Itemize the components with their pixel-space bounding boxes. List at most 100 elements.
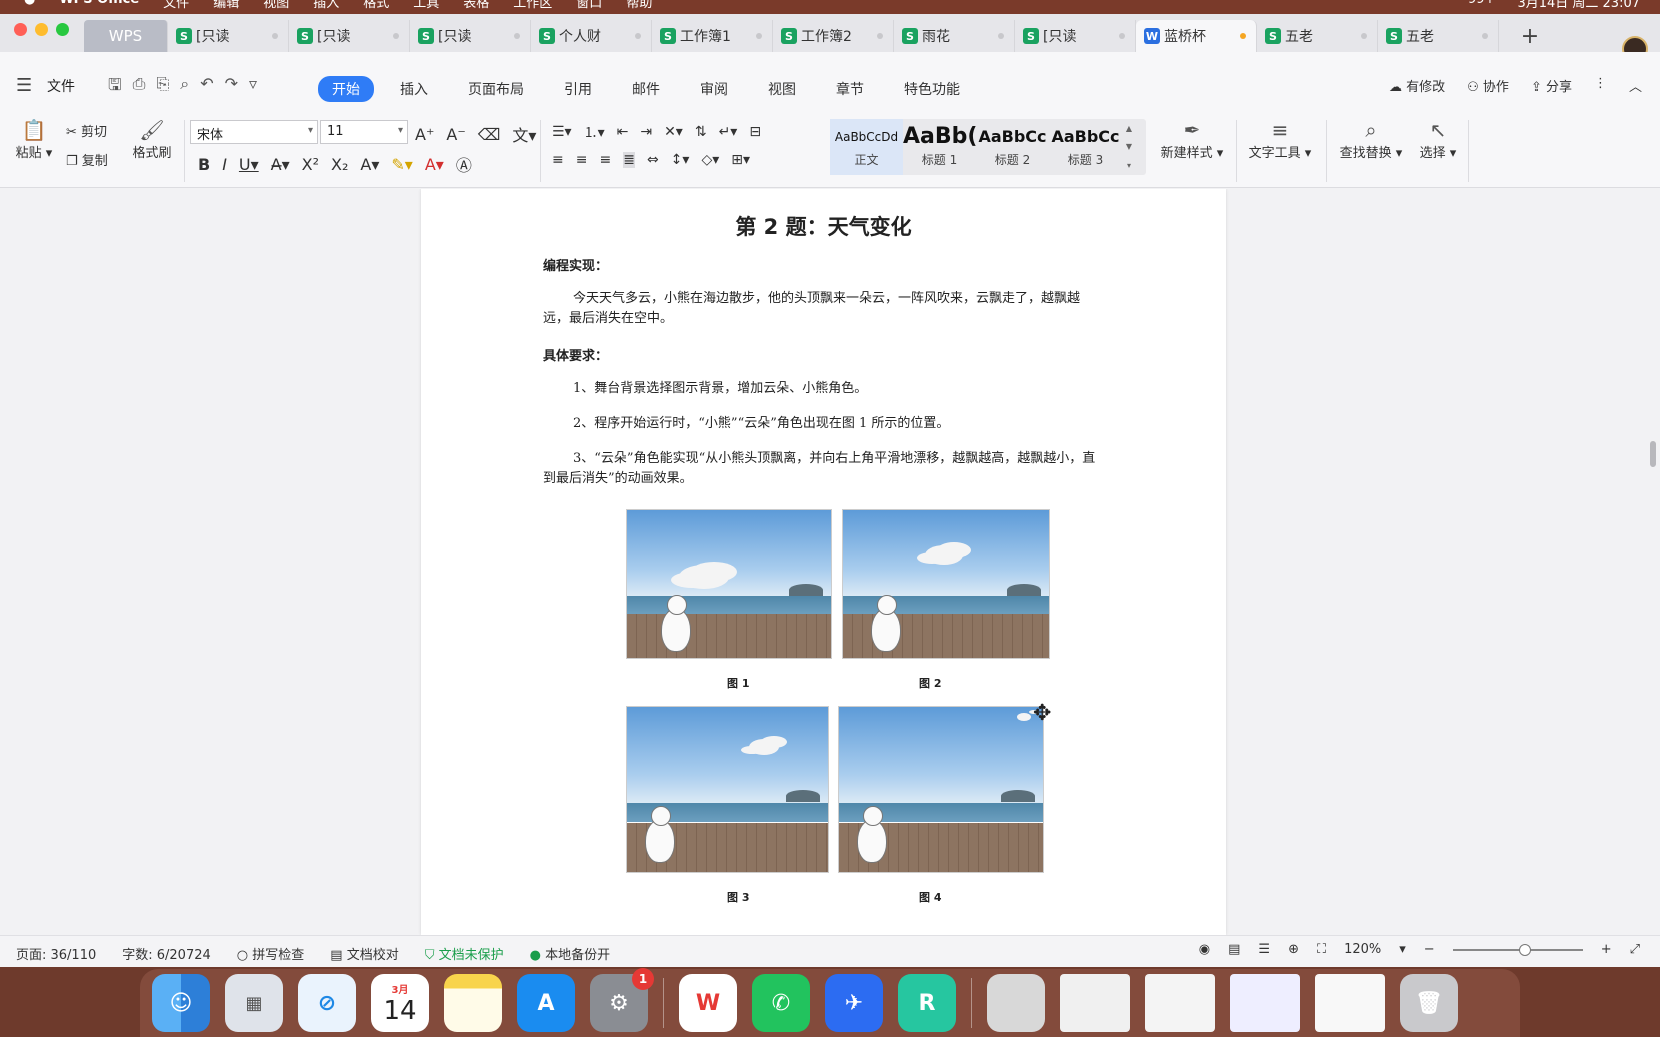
zoom-in-icon[interactable]: + (1601, 942, 1612, 957)
menubar-menu-tools[interactable]: 工具 (413, 0, 439, 11)
collapse-ribbon-icon[interactable]: ︿ (1629, 76, 1642, 95)
menubar-app-name[interactable]: WPS Office (59, 0, 139, 11)
bold-icon[interactable]: B (198, 155, 210, 174)
notification-badge[interactable]: 99+ (1468, 0, 1495, 11)
protection-status[interactable]: ⛉ 文档未保护 (425, 944, 504, 963)
style-heading-2[interactable]: AaBbCc 标题 2 (976, 119, 1049, 175)
zoom-out-icon[interactable]: − (1424, 942, 1435, 957)
fullscreen-icon[interactable]: ⤢ (1630, 942, 1640, 957)
tab-page-layout[interactable]: 页面布局 (454, 76, 538, 102)
char-border-icon[interactable]: Ⓐ (456, 152, 472, 176)
tab-insert[interactable]: 插入 (386, 76, 442, 102)
zoom-window-button[interactable] (56, 23, 69, 36)
figure-2-image[interactable] (842, 509, 1050, 659)
tab-doc-7[interactable]: S 雨花 (894, 20, 1015, 52)
align-right-icon[interactable]: ≡ (599, 152, 611, 168)
tab-doc-11[interactable]: S 五老 (1378, 20, 1499, 52)
menubar-menu-window[interactable]: 窗口 (576, 0, 602, 11)
superscript-icon[interactable]: X² (302, 155, 319, 174)
customize-toolbar-icon[interactable]: ▿ (249, 74, 257, 101)
word-count[interactable]: 字数: 6/20724 (122, 944, 211, 963)
new-style-button[interactable]: ✒ 新建样式 ▾ (1154, 118, 1230, 161)
tab-special-features[interactable]: 特色功能 (890, 76, 974, 102)
text-effect-icon[interactable]: A▾ (360, 155, 379, 174)
modified-button[interactable]: ☁ 有修改 (1389, 76, 1445, 95)
font-size-select[interactable]: 11 ▾ (320, 120, 408, 144)
scrollbar-thumb[interactable] (1650, 441, 1656, 467)
menubar-menu-file[interactable]: 文件 (163, 0, 189, 11)
menubar-menu-help[interactable]: 帮助 (626, 0, 652, 11)
print-preview-icon[interactable]: ⌕ (180, 74, 189, 101)
figure-1-image[interactable] (626, 509, 832, 659)
zoom-slider-knob[interactable] (1518, 943, 1531, 956)
show-marks-icon[interactable]: ↵▾ (719, 124, 738, 140)
tab-view[interactable]: 视图 (754, 76, 810, 102)
tab-doc-6[interactable]: S 工作簿2 (773, 20, 894, 52)
window-thumbnail[interactable] (1145, 974, 1215, 1032)
justify-icon[interactable]: ≣ (623, 152, 635, 168)
shrink-font-icon[interactable]: A⁻ (446, 125, 465, 144)
figure-4-image[interactable] (838, 706, 1044, 873)
close-tab-icon[interactable] (756, 33, 762, 39)
calendar-icon[interactable]: 3月 14 (371, 974, 429, 1032)
save-icon[interactable]: 🖫 (108, 74, 122, 101)
safari-icon[interactable]: ⊘ (298, 974, 356, 1032)
menubar-menu-edit[interactable]: 编辑 (213, 0, 239, 11)
style-heading-3[interactable]: AaBbCc 标题 3 (1049, 119, 1122, 175)
tab-doc-5[interactable]: S 工作簿1 (652, 20, 773, 52)
paste-button[interactable]: 📋 粘贴 ▾ (14, 118, 54, 161)
outline-view-icon[interactable]: ☰ (1258, 942, 1270, 957)
document-page[interactable]: 第 2 题：天气变化 编程实现： 今天天气多云，小熊在海边散步，他的头顶飘来一朵… (421, 189, 1226, 935)
text-tools-button[interactable]: ≡ 文字工具 ▾ (1244, 118, 1316, 161)
tab-review[interactable]: 审阅 (686, 76, 742, 102)
tab-doc-8[interactable]: S [只读 (1015, 20, 1136, 52)
trash-icon[interactable]: 🗑 (1400, 974, 1458, 1032)
close-tab-icon[interactable] (393, 33, 399, 39)
new-tab-button[interactable]: + (1514, 20, 1546, 52)
r-app-icon[interactable]: R (898, 974, 956, 1032)
font-color-icon[interactable]: A▾ (425, 155, 444, 174)
tab-stops-icon[interactable]: ⊟ (749, 124, 761, 140)
tab-doc-3[interactable]: S [只读 (410, 20, 531, 52)
borders-icon[interactable]: ⊞▾ (731, 152, 750, 168)
notes-icon[interactable] (444, 974, 502, 1032)
apple-icon[interactable]: ● (24, 0, 35, 11)
close-tab-icon[interactable] (272, 33, 278, 39)
decrease-indent-icon[interactable]: ⇤ (617, 124, 629, 140)
menubar-clock[interactable]: 3月14日 周二 23:07 (1517, 0, 1640, 11)
close-window-button[interactable] (14, 23, 27, 36)
italic-icon[interactable]: I (222, 155, 227, 174)
tab-doc-4[interactable]: S 个人财 (531, 20, 652, 52)
window-thumbnail[interactable] (1230, 974, 1300, 1032)
style-heading-1[interactable]: AaBb( 标题 1 (903, 119, 976, 175)
format-painter-button[interactable]: 🖌 格式刷 (128, 118, 176, 161)
line-spacing-icon[interactable]: ↕▾ (671, 152, 690, 168)
align-left-icon[interactable]: ≡ (552, 152, 564, 168)
share-button[interactable]: ⇪ 分享 (1531, 76, 1572, 95)
unsaved-indicator-icon[interactable] (1240, 33, 1246, 39)
export-pdf-icon[interactable]: ⎙ (133, 74, 146, 101)
menubar-menu-view[interactable]: 视图 (263, 0, 289, 11)
sort-icon[interactable]: ⇅ (695, 124, 707, 140)
zoom-level[interactable]: 120% (1344, 942, 1381, 957)
tab-wps-home[interactable]: WPS (84, 20, 168, 52)
wps-office-icon[interactable]: W (679, 974, 737, 1032)
launchpad-icon[interactable]: ▦ (225, 974, 283, 1032)
window-thumbnail[interactable] (1060, 974, 1130, 1032)
wechat-icon[interactable]: ✆ (752, 974, 810, 1032)
select-button[interactable]: ↖ 选择 ▾ (1416, 118, 1460, 161)
menubar-menu-insert[interactable]: 插入 (313, 0, 339, 11)
style-normal[interactable]: AaBbCcDd 正文 (830, 119, 903, 175)
page-view-icon[interactable]: ▤ (1228, 942, 1240, 957)
cut-button[interactable]: ✂ 剪切 (66, 121, 107, 140)
increase-indent-icon[interactable]: ⇥ (640, 124, 652, 140)
system-settings-icon[interactable]: ⚙ 1 (590, 968, 654, 1032)
close-tab-icon[interactable] (1482, 33, 1488, 39)
font-name-select[interactable]: 宋体 ▾ (190, 120, 318, 144)
eye-icon[interactable]: ◉ (1199, 942, 1210, 957)
app-store-icon[interactable]: A (517, 974, 575, 1032)
align-center-icon[interactable]: ≡ (576, 152, 588, 168)
clear-format-icon[interactable]: ⌫ (478, 125, 501, 144)
close-tab-icon[interactable] (1119, 33, 1125, 39)
file-menu-button[interactable]: 文件 (47, 76, 75, 96)
